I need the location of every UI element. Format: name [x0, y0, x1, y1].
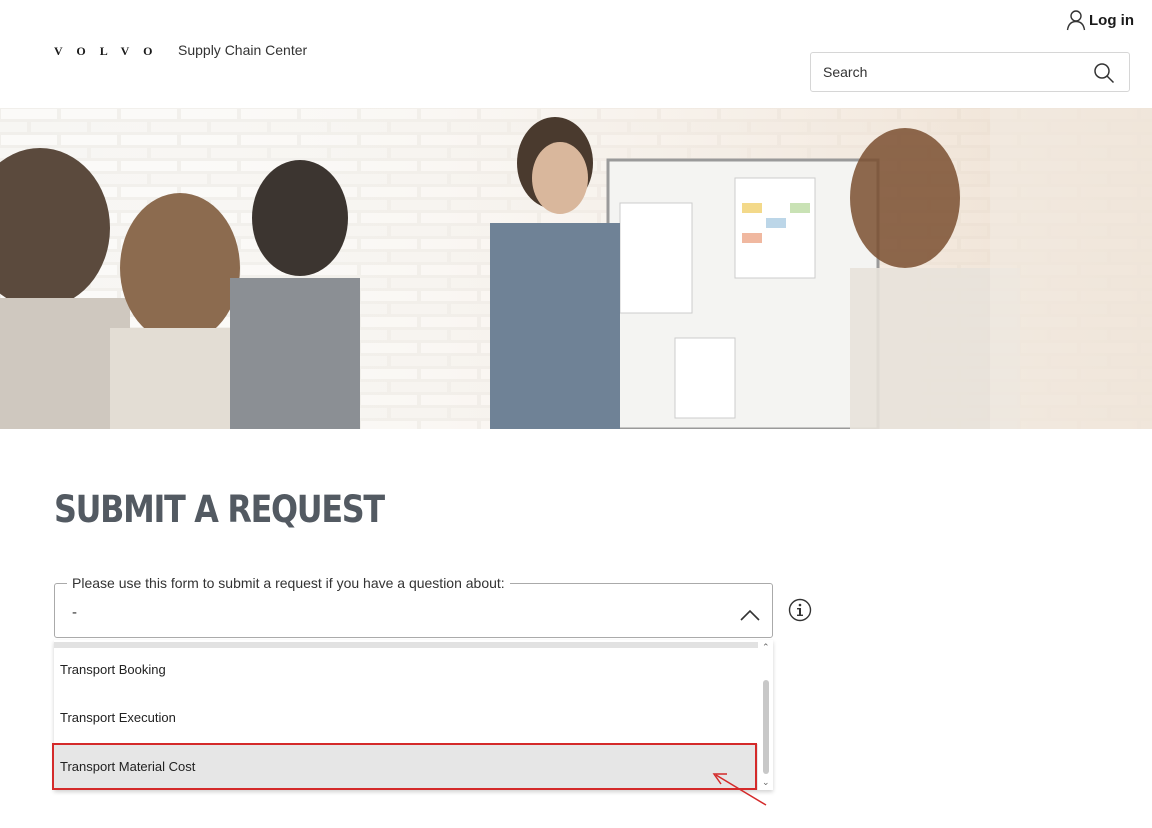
chevron-up-icon[interactable] — [740, 608, 760, 626]
site-name[interactable]: Supply Chain Center — [178, 42, 307, 58]
user-icon — [1066, 9, 1086, 31]
search-box — [810, 52, 1130, 92]
site-header: VOLVO Supply Chain Center Log in — [0, 0, 1152, 108]
hero-image — [0, 108, 1152, 429]
search-icon[interactable] — [1093, 62, 1115, 89]
dropdown-scrollbar[interactable]: ⌃ ⌄ — [759, 640, 773, 790]
login-label: Log in — [1089, 11, 1134, 29]
login-link[interactable]: Log in — [1066, 9, 1134, 31]
search-input[interactable] — [811, 53, 1081, 91]
option-transport-execution[interactable]: Transport Execution — [54, 695, 758, 741]
question-topic-select[interactable]: Please use this form to submit a request… — [54, 575, 773, 638]
page-title: SUBMIT A REQUEST — [54, 488, 385, 531]
info-icon[interactable] — [788, 598, 812, 627]
select-label: Please use this form to submit a request… — [67, 575, 510, 591]
scroll-up-icon[interactable]: ⌃ — [762, 642, 770, 653]
select-value: - — [72, 604, 77, 621]
volvo-logo[interactable]: VOLVO — [54, 44, 166, 59]
option-transport-material-cost[interactable]: Transport Material Cost — [54, 744, 758, 790]
scrollbar-thumb[interactable] — [763, 680, 769, 774]
select-dropdown-list: Transport Booking Transport Execution Tr… — [54, 640, 773, 790]
scroll-down-icon[interactable]: ⌄ — [762, 777, 770, 788]
option-transport-booking[interactable]: Transport Booking — [54, 647, 758, 693]
